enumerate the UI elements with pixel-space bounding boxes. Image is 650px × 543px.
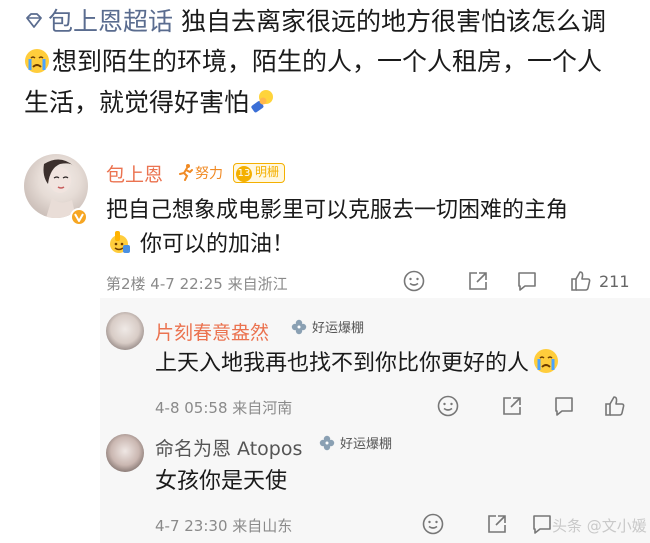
crying-emoji-icon — [24, 48, 50, 74]
fan-level-label: 明栅 — [255, 165, 280, 179]
running-man-icon — [177, 163, 195, 181]
reply-meta: 4-7 23:30 来自山东 — [155, 517, 293, 535]
fan-level-number: 13 — [236, 166, 252, 182]
smile-face-icon[interactable] — [421, 512, 445, 536]
smile-face-icon[interactable] — [436, 394, 460, 418]
effort-badge-label: 努力 — [195, 166, 223, 182]
like-count: 211 — [599, 272, 630, 291]
post-text-line-3: 生活，就觉得好害怕 — [24, 88, 250, 117]
clover-icon — [318, 434, 336, 452]
reply-text: 女孩你是天使 — [155, 469, 288, 494]
share-icon[interactable] — [466, 269, 490, 293]
reply-meta: 4-8 05:58 来自河南 — [155, 399, 293, 417]
comment-list: 包上恩 努力 13 明栅 把自己想象成电影里可以克服去一切困难的主角 你可以的加油… — [0, 138, 650, 543]
comment-meta: 第2楼 4-7 22:25 来自浙江 — [106, 275, 288, 293]
commenter-name[interactable]: 包上恩 — [106, 160, 163, 187]
like-icon[interactable] — [603, 394, 627, 418]
avatar[interactable] — [106, 312, 144, 350]
post-line-2: 想到陌生的环境，陌生的人，一个人租房，一个人 — [24, 46, 602, 78]
like-icon[interactable] — [569, 269, 593, 293]
reply-name[interactable]: 片刻春意盎然 — [155, 318, 269, 345]
comment-text-line-1: 把自己想象成电影里可以克服去一切困难的主角 — [106, 198, 569, 223]
post-body: 包上恩超话 独自去离家很远的地方很害怕该怎么调 想到陌生的环境，陌生的人，一个人租… — [0, 0, 650, 138]
topic-diamond-icon — [24, 7, 44, 28]
smile-face-icon[interactable] — [402, 269, 426, 293]
comment-icon[interactable] — [515, 269, 539, 293]
clover-icon — [290, 318, 308, 336]
post-text-line-2: 想到陌生的环境，陌生的人，一个人租房，一个人 — [52, 47, 603, 76]
effort-badge: 努力 — [177, 163, 223, 183]
share-icon[interactable] — [485, 512, 509, 536]
comment-text-line-2: 你可以的加油！ — [106, 229, 294, 260]
thumbs-up-emoji-icon — [106, 229, 132, 255]
crying-emoji-icon — [533, 348, 559, 374]
reply-name[interactable]: 命名为恩 Atopos — [155, 434, 302, 461]
verified-badge-icon — [70, 208, 88, 226]
post-text-line-1: 独自去离家很远的地方很害怕该怎么调 — [181, 7, 607, 36]
fan-level-badge: 13 明栅 — [233, 163, 286, 183]
comment-icon[interactable] — [530, 512, 554, 536]
lucky-badge-label: 好运爆棚 — [340, 437, 393, 452]
topic-link[interactable]: 包上恩超话 — [48, 7, 173, 36]
fist-bump-emoji-icon — [249, 89, 275, 115]
lucky-badge-label: 好运爆棚 — [312, 321, 365, 336]
watermark: 头条 @文小媛 — [552, 517, 647, 535]
lucky-badge: 好运爆棚 — [290, 318, 364, 340]
post-line-3: 生活，就觉得好害怕 — [24, 87, 277, 119]
post-line-1: 包上恩超话 独自去离家很远的地方很害怕该怎么调 — [24, 6, 606, 38]
share-icon[interactable] — [500, 394, 524, 418]
avatar[interactable] — [106, 434, 144, 472]
comment-text-line-2-text: 你可以的加油！ — [140, 232, 295, 257]
reply-text-line: 上天入地我再也找不到你比你更好的人 — [155, 348, 559, 379]
comment-icon[interactable] — [552, 394, 576, 418]
lucky-badge: 好运爆棚 — [318, 434, 392, 456]
reply-text: 上天入地我再也找不到你比你更好的人 — [155, 351, 530, 376]
